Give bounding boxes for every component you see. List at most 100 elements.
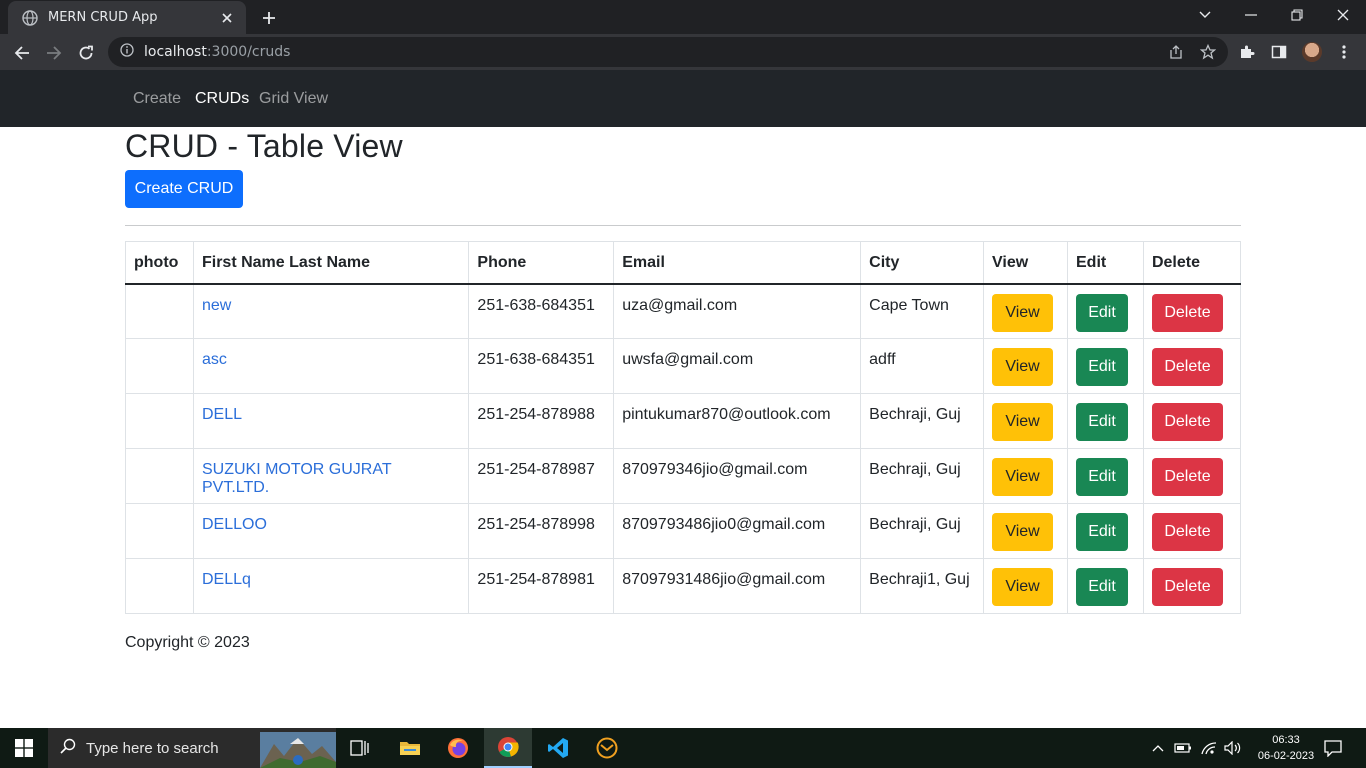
address-bar[interactable]: localhost:3000/cruds [108, 37, 1228, 67]
phone-cell: 251-254-878987 [468, 448, 615, 504]
side-panel-icon[interactable] [1266, 39, 1292, 65]
volume-icon[interactable] [1222, 728, 1244, 768]
name-cell: DELLOO [192, 503, 470, 559]
view-button[interactable]: View [992, 458, 1054, 496]
name-cell: asc [192, 338, 470, 394]
name-cell: DELL [192, 393, 470, 449]
view-button[interactable]: View [992, 513, 1054, 551]
chevron-up-icon[interactable] [1148, 728, 1168, 768]
view-cell: View [983, 283, 1068, 339]
restore-icon[interactable] [1274, 0, 1320, 30]
profile-avatar[interactable] [1299, 39, 1325, 65]
delete-button[interactable]: Delete [1151, 403, 1223, 441]
table-row: DELLOO 251-254-878998 8709793486jio0@gma… [125, 503, 1242, 559]
search-highlight-illustration [260, 732, 336, 768]
notifications-icon[interactable] [1320, 728, 1346, 768]
nav-create-link[interactable]: Create [133, 90, 181, 108]
table-row: asc 251-638-684351 uwsfa@gmail.com adff … [125, 338, 1242, 394]
battery-icon[interactable] [1172, 728, 1194, 768]
phone-cell: 251-638-684351 [468, 283, 615, 339]
taskbar-clock[interactable]: 06:33 06-02-2023 [1254, 732, 1318, 764]
share-icon[interactable] [1163, 37, 1189, 67]
col-email-header: Email [613, 241, 862, 285]
menu-dots-icon[interactable] [1331, 39, 1357, 65]
name-link[interactable]: asc [202, 351, 227, 368]
name-link[interactable]: new [202, 297, 231, 314]
nav-grid-view-link[interactable]: Grid View [259, 90, 328, 108]
phone-cell: 251-254-878998 [468, 503, 615, 559]
file-explorer-icon[interactable] [386, 728, 434, 768]
close-tab-icon[interactable] [218, 9, 236, 27]
task-view-icon[interactable] [336, 728, 384, 768]
name-link[interactable]: DELLq [202, 571, 251, 588]
name-link[interactable]: DELL [202, 406, 242, 423]
vscode-icon[interactable] [534, 728, 582, 768]
edit-button[interactable]: Edit [1076, 293, 1128, 332]
phone-cell: 251-254-878981 [468, 558, 615, 614]
edit-button[interactable]: Edit [1076, 513, 1128, 551]
col-edit-header: Edit [1067, 241, 1144, 285]
delete-button[interactable]: Delete [1151, 293, 1223, 332]
view-button[interactable]: View [992, 568, 1054, 606]
view-button[interactable]: View [992, 348, 1054, 386]
view-cell: View [983, 503, 1068, 559]
view-cell: View [983, 338, 1068, 394]
edit-button[interactable]: Edit [1076, 568, 1128, 606]
photo-cell [125, 503, 194, 559]
minimize-icon[interactable] [1228, 0, 1274, 30]
tab-title: MERN CRUD App [48, 10, 158, 25]
name-cell: new [192, 283, 470, 339]
city-cell: Cape Town [860, 283, 985, 339]
mail-app-icon[interactable] [583, 728, 631, 768]
city-cell: Bechraji, Guj [860, 503, 985, 559]
delete-cell: Delete [1142, 448, 1242, 504]
info-icon[interactable] [120, 42, 134, 62]
edit-cell: Edit [1067, 393, 1144, 449]
email-cell: pintukumar870@outlook.com [613, 393, 862, 449]
tab-search-icon[interactable] [1182, 0, 1228, 30]
delete-button[interactable]: Delete [1151, 568, 1223, 606]
name-link[interactable]: SUZUKI MOTOR GUJRAT PVT.LTD. [202, 461, 391, 496]
table-row: new 251-638-684351 uza@gmail.com Cape To… [125, 283, 1242, 339]
taskbar-search-box[interactable]: Type here to search [48, 728, 336, 768]
bookmark-star-icon[interactable] [1195, 37, 1221, 67]
name-cell: DELLq [192, 558, 470, 614]
email-cell: uwsfa@gmail.com [613, 338, 862, 394]
footer-copyright: Copyright © 2023 [125, 634, 250, 651]
edit-button[interactable]: Edit [1076, 458, 1128, 496]
new-tab-button[interactable] [258, 7, 280, 29]
view-button[interactable]: View [992, 403, 1054, 441]
chrome-icon[interactable] [484, 728, 532, 768]
create-crud-button[interactable]: Create CRUD [125, 170, 243, 208]
table-row: DELLq 251-254-878981 87097931486jio@gmai… [125, 558, 1242, 614]
browser-tab[interactable]: MERN CRUD App [8, 1, 246, 34]
windows-start-icon[interactable] [0, 728, 48, 768]
firefox-icon[interactable] [434, 728, 482, 768]
delete-cell: Delete [1142, 338, 1242, 394]
clock-time: 06:33 [1272, 734, 1300, 746]
edit-button[interactable]: Edit [1076, 348, 1128, 386]
extensions-puzzle-icon[interactable] [1234, 39, 1260, 65]
close-window-icon[interactable] [1320, 0, 1366, 30]
delete-button[interactable]: Delete [1151, 458, 1223, 496]
edit-button[interactable]: Edit [1076, 403, 1128, 441]
edit-cell: Edit [1067, 503, 1144, 559]
view-button[interactable]: View [992, 293, 1054, 332]
col-photo-header: photo [125, 241, 194, 285]
divider [125, 225, 1241, 226]
delete-button[interactable]: Delete [1151, 513, 1223, 551]
forward-arrow-icon[interactable] [41, 40, 67, 66]
wifi-icon[interactable] [1198, 728, 1220, 768]
email-cell: uza@gmail.com [613, 283, 862, 339]
nav-cruds-link[interactable]: CRUDs [195, 90, 249, 108]
name-link[interactable]: DELLOO [202, 516, 267, 533]
delete-button[interactable]: Delete [1151, 348, 1223, 386]
email-cell: 87097931486jio@gmail.com [613, 558, 862, 614]
photo-cell [125, 558, 194, 614]
back-arrow-icon[interactable] [9, 40, 35, 66]
col-phone-header: Phone [468, 241, 615, 285]
photo-cell [125, 283, 194, 339]
table-row: SUZUKI MOTOR GUJRAT PVT.LTD. 251-254-878… [125, 448, 1242, 504]
table-row: DELL 251-254-878988 pintukumar870@outloo… [125, 393, 1242, 449]
reload-icon[interactable] [73, 40, 99, 66]
